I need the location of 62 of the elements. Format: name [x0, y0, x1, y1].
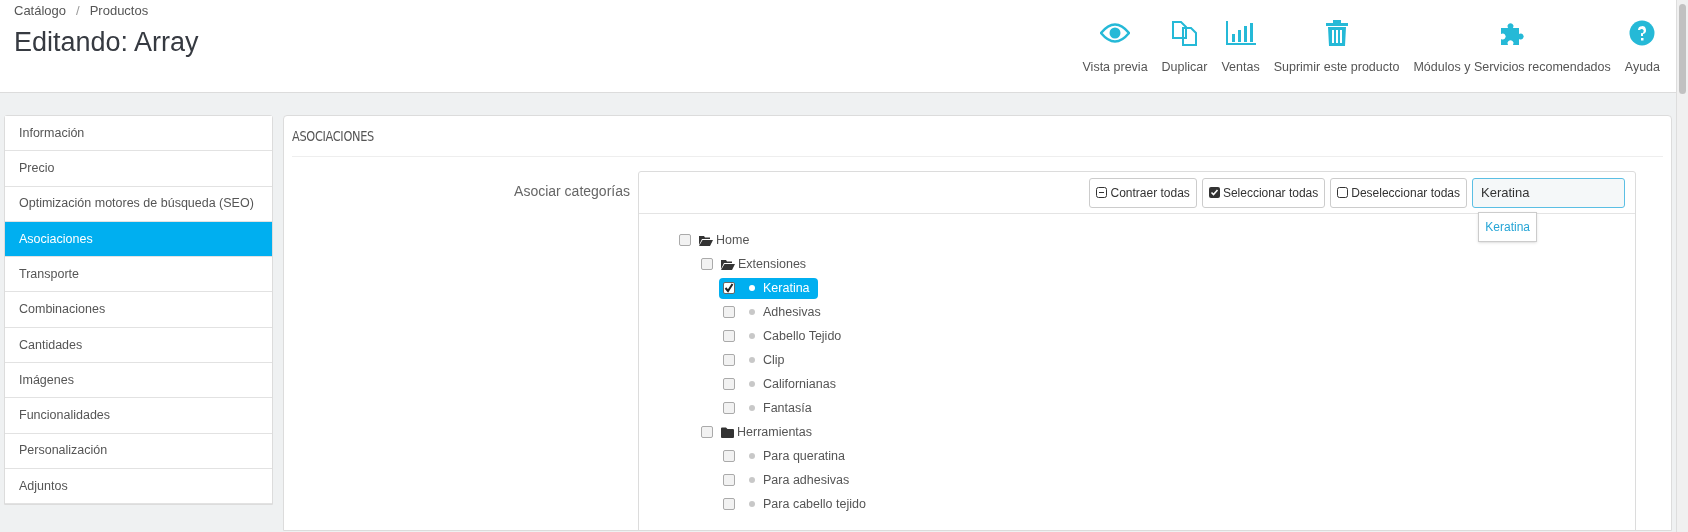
checkbox[interactable]: [723, 402, 735, 414]
checkbox[interactable]: [701, 426, 713, 438]
help-icon: [1629, 20, 1655, 46]
tree-item-label[interactable]: Para queratina: [763, 446, 845, 466]
checked-box-icon: [1208, 187, 1220, 198]
breadcrumb-separator: /: [76, 2, 80, 21]
tree-item-label[interactable]: Para adhesivas: [763, 470, 850, 490]
action-link[interactable]: Ventas: [1221, 58, 1260, 77]
collapse-icon: [1096, 187, 1108, 198]
toolbar-button[interactable]: Deseleccionar todas: [1330, 177, 1467, 208]
tree-item-label[interactable]: Clip: [763, 350, 785, 370]
tree-item-label[interactable]: Cabello Tejido: [763, 326, 842, 346]
checkbox[interactable]: [679, 234, 691, 246]
trash-icon: [1325, 20, 1348, 46]
tree-item-label[interactable]: Fantasía: [763, 398, 812, 418]
bar-chart-icon: [1225, 21, 1256, 45]
checkbox[interactable]: [723, 330, 735, 342]
sidebar-item[interactable]: Información: [5, 116, 272, 152]
action-link[interactable]: Ayuda: [1624, 58, 1660, 77]
checkbox[interactable]: [723, 498, 735, 510]
bullet-icon: [749, 333, 755, 339]
bullet-icon: [749, 309, 755, 315]
tree-item-label[interactable]: Extensiones: [738, 254, 807, 274]
search-field[interactable]: Keratina: [1472, 177, 1625, 208]
checkbox[interactable]: [701, 258, 713, 270]
checkbox[interactable]: [723, 474, 735, 486]
tree-item-label[interactable]: Californianas: [763, 374, 836, 394]
bullet-icon: [749, 405, 755, 411]
bullet-icon: [749, 501, 755, 507]
bullet-icon: [749, 357, 755, 363]
puzzle-icon: [1501, 23, 1524, 45]
action-link[interactable]: Duplicar: [1161, 58, 1208, 77]
folder-icon: [721, 426, 734, 438]
copy-icon: [1171, 21, 1197, 46]
tree-item-label[interactable]: Herramientas: [737, 422, 813, 442]
field-label: Asociar categorías: [514, 183, 630, 199]
checkbox[interactable]: [723, 378, 735, 390]
open-folder-icon: [699, 234, 713, 246]
tree-item-label[interactable]: Adhesivas: [763, 302, 821, 322]
checkbox[interactable]: [723, 450, 735, 462]
empty-box-icon: [1337, 187, 1349, 198]
action-link[interactable]: Suprimir este producto: [1273, 58, 1400, 77]
tree-item-label[interactable]: Para cabello tejido: [763, 494, 866, 514]
page-title: Editando: Array: [14, 26, 199, 59]
bullet-icon: [749, 285, 755, 291]
toolbar-button[interactable]: Seleccionar todas: [1201, 177, 1326, 208]
open-folder-icon: [721, 258, 735, 270]
bullet-icon: [749, 477, 755, 483]
scrollbar[interactable]: [1676, 0, 1688, 532]
checkbox[interactable]: [723, 306, 735, 318]
action-link[interactable]: Vista previa: [1082, 58, 1148, 77]
bullet-icon: [749, 453, 755, 459]
action-link[interactable]: Módulos y Servicios recomendados: [1413, 58, 1611, 77]
bullet-icon: [749, 381, 755, 387]
tree-item-label[interactable]: Home: [716, 230, 750, 250]
breadcrumb-link[interactable]: Catálogo: [14, 1, 67, 21]
eye-icon: [1100, 23, 1131, 43]
checkbox[interactable]: [723, 354, 735, 366]
breadcrumb-link[interactable]: Productos: [89, 1, 149, 21]
checkbox[interactable]: [723, 282, 735, 294]
toolbar-button[interactable]: Contraer todas: [1089, 177, 1197, 208]
panel-title: ASOCIACIONES: [292, 127, 374, 146]
